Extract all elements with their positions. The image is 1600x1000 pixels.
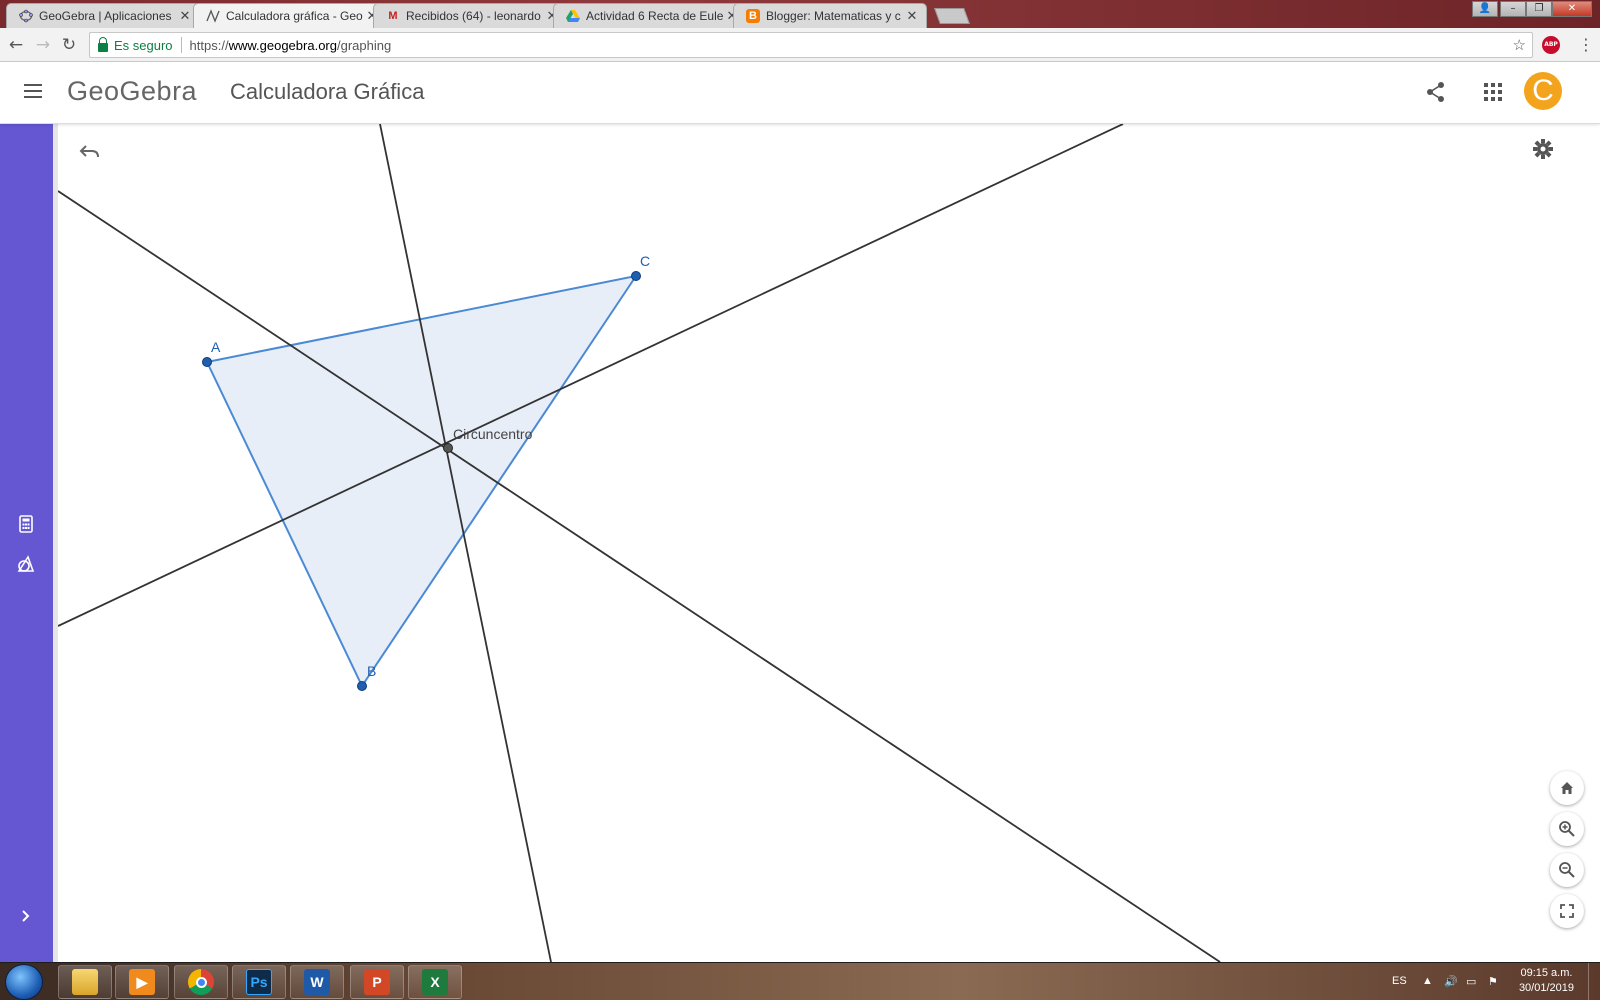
- tools-icon[interactable]: [16, 554, 36, 574]
- chrome-icon: [188, 969, 214, 995]
- construction-canvas[interactable]: A B C Circuncentro: [58, 124, 1600, 962]
- media-player-icon: ▶: [129, 969, 155, 995]
- taskbar-photoshop[interactable]: Ps: [232, 965, 286, 999]
- url-scheme: https://: [189, 37, 229, 53]
- apps-grid-icon[interactable]: [1484, 83, 1502, 101]
- start-button[interactable]: [5, 964, 43, 1000]
- taskbar-powerpoint[interactable]: P: [350, 965, 404, 999]
- perpendicular-bisector-ab[interactable]: [58, 190, 1221, 962]
- tray-expand-icon[interactable]: ▲: [1422, 975, 1436, 989]
- tab-calculadora-grafica[interactable]: Calculadora gráfica - Geo ✕: [193, 3, 387, 28]
- adblock-icon[interactable]: ABP: [1542, 36, 1560, 54]
- label-point-a: A: [211, 339, 221, 355]
- new-tab-button[interactable]: [934, 8, 970, 24]
- close-tab-icon[interactable]: ✕: [904, 8, 920, 24]
- clock-date: 30/01/2019: [1518, 982, 1574, 994]
- label-point-b: B: [367, 663, 376, 679]
- algebra-sidebar: [0, 124, 58, 962]
- label-point-c: C: [640, 253, 650, 269]
- fullscreen-button[interactable]: [1550, 894, 1584, 928]
- clock-time: 09:15 a.m.: [1520, 967, 1573, 979]
- excel-icon: X: [422, 969, 448, 995]
- clock[interactable]: 09:15 a.m. 30/01/2019: [1519, 966, 1574, 996]
- page-title: Calculadora Gráfica: [230, 79, 425, 104]
- address-bar[interactable]: Es seguro https:// www.geogebra.org /gra…: [89, 32, 1533, 58]
- fullscreen-icon: [1560, 904, 1574, 918]
- tab-recibidos[interactable]: M Recibidos (64) - leonardo ✕: [373, 3, 567, 28]
- zoom-out-icon: [1559, 862, 1575, 878]
- close-tab-icon[interactable]: ✕: [177, 8, 193, 24]
- avatar[interactable]: C: [1524, 72, 1562, 110]
- app-header: GeoGebra Calculadora Gráfica C: [0, 62, 1600, 124]
- folder-icon: [72, 969, 98, 995]
- chevron-right-icon[interactable]: [16, 906, 36, 926]
- reload-icon[interactable]: ↻: [58, 34, 80, 56]
- browser-toolbar: ← → ↻ Es seguro https:// www.geogebra.or…: [0, 28, 1600, 62]
- secure-label: Es seguro: [114, 37, 173, 53]
- close-window-icon[interactable]: ✕: [1552, 1, 1592, 17]
- geogebra-icon: [19, 9, 33, 23]
- undo-icon[interactable]: [78, 142, 102, 162]
- zoom-in-icon: [1559, 821, 1575, 837]
- browser-menu-icon[interactable]: ⋮: [1578, 35, 1594, 54]
- user-profile-icon[interactable]: 👤: [1472, 1, 1498, 17]
- point-a[interactable]: [202, 357, 212, 367]
- graphics-view[interactable]: A B C Circuncentro: [58, 124, 1600, 962]
- tab-geogebra-aplicaciones[interactable]: GeoGebra | Aplicaciones ✕: [6, 3, 200, 28]
- back-icon[interactable]: ←: [5, 34, 27, 56]
- home-icon: [1561, 782, 1573, 794]
- point-circumcenter[interactable]: [443, 443, 453, 453]
- taskbar-excel[interactable]: X: [408, 965, 462, 999]
- network-icon[interactable]: ▭: [1466, 975, 1480, 989]
- point-c[interactable]: [631, 271, 641, 281]
- tab-actividad-6[interactable]: Actividad 6 Recta de Eule ✕: [553, 3, 747, 28]
- taskbar-media-player[interactable]: ▶: [115, 965, 169, 999]
- drive-icon: [566, 9, 580, 23]
- system-tray: ES ▲ 🔊 ▭ ⚑ 09:15 a.m. 30/01/2019: [1360, 963, 1600, 1000]
- browser-tab-strip: GeoGebra | Aplicaciones ✕ Calculadora gr…: [0, 0, 1600, 28]
- url-host: www.geogebra.org: [228, 37, 337, 53]
- tab-label: Actividad 6 Recta de Eule: [586, 9, 724, 23]
- home-view-button[interactable]: [1550, 771, 1584, 805]
- url-path: /graphing: [336, 37, 392, 53]
- tab-label: Calculadora gráfica - Geo: [226, 9, 363, 23]
- calculator-icon[interactable]: [16, 514, 36, 534]
- gmail-icon: M: [388, 10, 398, 22]
- volume-icon[interactable]: 🔊: [1444, 975, 1458, 989]
- bookmark-star-icon[interactable]: ☆: [1513, 36, 1526, 54]
- tab-label: Blogger: Matematicas y c: [766, 9, 901, 23]
- label-circumcenter: Circuncentro: [453, 426, 533, 442]
- forward-icon[interactable]: →: [32, 34, 54, 56]
- show-desktop-button[interactable]: [1588, 963, 1600, 1000]
- gear-icon[interactable]: [1532, 138, 1554, 160]
- lock-icon: [98, 36, 108, 52]
- language-indicator[interactable]: ES: [1392, 975, 1407, 987]
- triangle-fill: [207, 276, 636, 686]
- point-b[interactable]: [357, 681, 367, 691]
- blogger-icon: B: [746, 9, 760, 23]
- minimize-icon[interactable]: –: [1500, 1, 1526, 17]
- windows-taskbar: ▶ Ps W P X ES ▲ 🔊 ▭ ⚑ 09:15 a.m. 30/01/2…: [0, 962, 1600, 1000]
- photoshop-icon: Ps: [246, 969, 272, 995]
- zoom-in-button[interactable]: [1550, 812, 1584, 846]
- share-icon[interactable]: [1425, 81, 1447, 103]
- powerpoint-icon: P: [364, 969, 390, 995]
- geogebra-logo[interactable]: GeoGebra: [67, 76, 197, 107]
- menu-icon[interactable]: [24, 84, 44, 100]
- divider: [180, 37, 182, 53]
- tab-blogger[interactable]: B Blogger: Matematicas y c ✕: [733, 3, 927, 28]
- graphing-icon: [206, 9, 220, 23]
- tab-label: GeoGebra | Aplicaciones: [39, 9, 172, 23]
- zoom-out-button[interactable]: [1550, 853, 1584, 887]
- taskbar-explorer[interactable]: [58, 965, 112, 999]
- tab-label: Recibidos (64) - leonardo: [406, 9, 541, 23]
- restore-icon[interactable]: ❐: [1526, 1, 1552, 17]
- word-icon: W: [304, 969, 330, 995]
- taskbar-chrome[interactable]: [174, 965, 228, 999]
- taskbar-word[interactable]: W: [290, 965, 344, 999]
- action-center-flag-icon[interactable]: ⚑: [1488, 975, 1502, 989]
